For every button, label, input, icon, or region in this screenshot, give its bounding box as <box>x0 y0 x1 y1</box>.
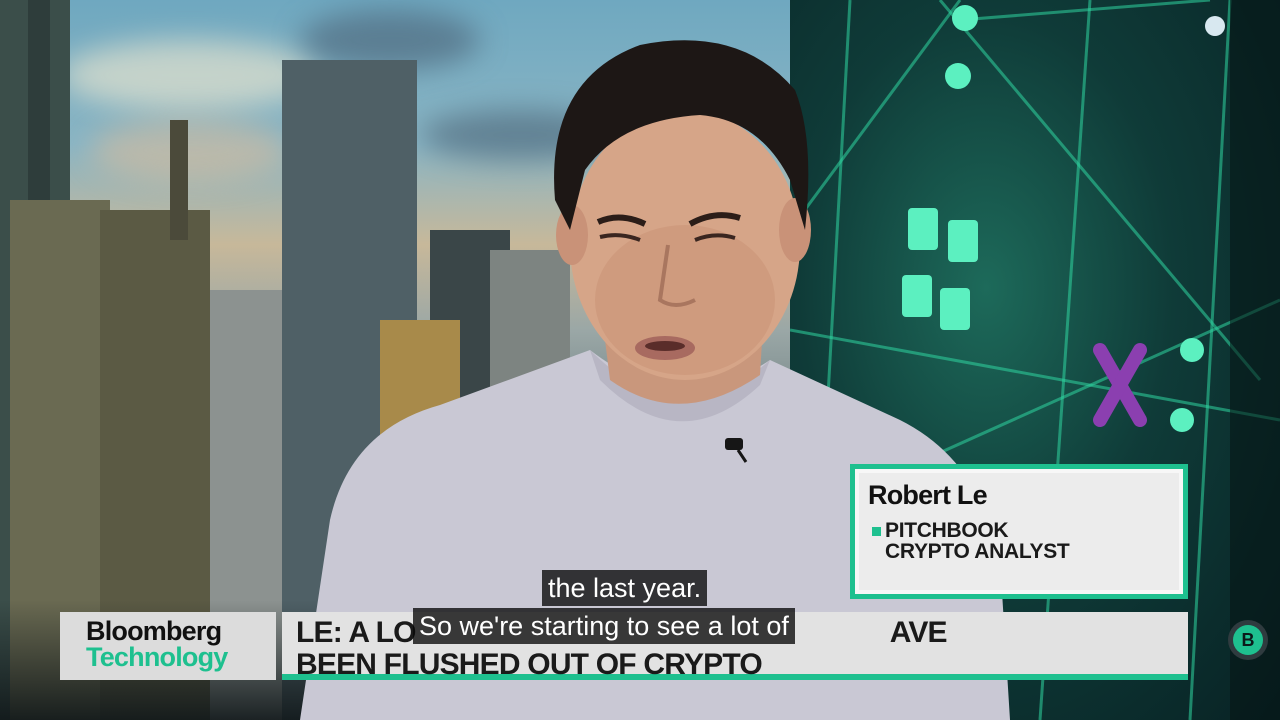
channel-watermark-button[interactable]: B <box>1228 620 1268 660</box>
speaker-title-line-2: CRYPTO ANALYST <box>885 540 1070 563</box>
speaker-name-card: Robert Le PITCHBOOK CRYPTO ANALYST <box>850 464 1188 599</box>
brand-name: Bloomberg <box>86 616 222 646</box>
caption-line-2: So we're starting to see a lot of <box>413 608 795 644</box>
caption-line-1: the last year. <box>542 570 708 606</box>
bloomberg-b-icon: B <box>1233 625 1263 655</box>
headline-line-1-end: AVE <box>889 616 948 649</box>
headline-line-2: BEEN FLUSHED OUT OF CRYPTO <box>296 648 763 681</box>
speaker-title: PITCHBOOK CRYPTO ANALYST <box>868 520 1179 562</box>
bloomberg-technology-logo: Bloomberg Technology <box>60 612 276 680</box>
speaker-name: Robert Le <box>868 480 988 510</box>
video-frame[interactable]: Bloomberg Technology LE: A LO AVE BEEN FL… <box>0 0 1280 720</box>
bullet-icon <box>872 527 881 536</box>
speaker-title-line-1: PITCHBOOK <box>885 519 1009 542</box>
brand-section: Technology <box>86 642 228 672</box>
headline-line-1-start: LE: A LO <box>296 616 417 649</box>
